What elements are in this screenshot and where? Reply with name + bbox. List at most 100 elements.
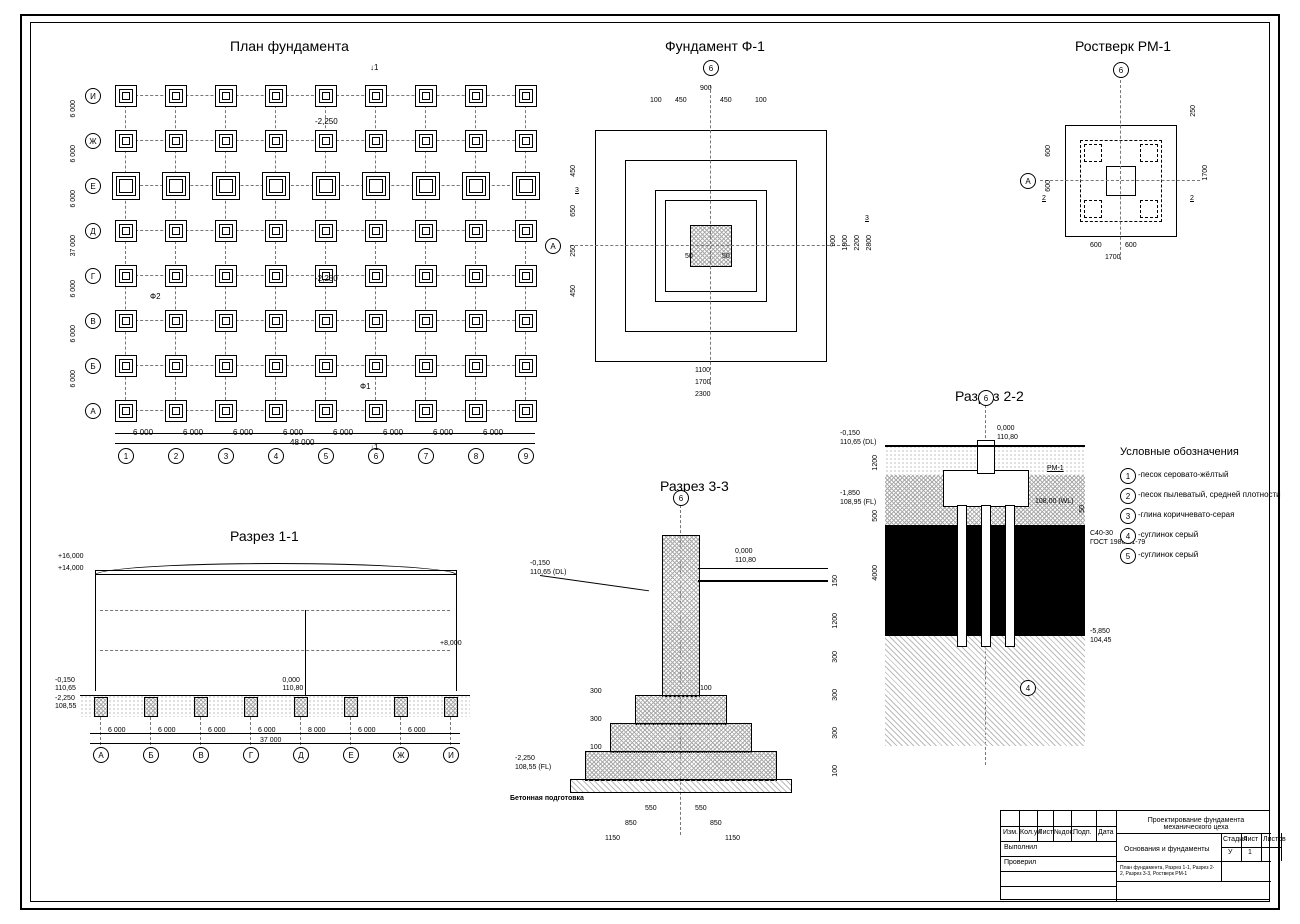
grid-bubble: 3 <box>218 448 234 464</box>
title-s11: Разрез 1-1 <box>230 528 299 544</box>
level: -2,250 <box>515 755 535 762</box>
dim: 2200 <box>854 235 861 251</box>
legend-text: -песок пылеватый, средней плотности <box>1138 490 1281 499</box>
footing-symbol <box>515 265 537 287</box>
dim: 600 <box>1125 242 1137 249</box>
f1-column <box>690 225 732 267</box>
footing-symbol <box>265 400 287 422</box>
dim: 900 <box>700 85 712 92</box>
tb-project: Проектирование фундамента механического … <box>1126 817 1266 831</box>
level: 108,00 (WL) <box>1035 498 1074 505</box>
axis-bubble: Е <box>343 747 359 763</box>
footing-symbol <box>265 310 287 332</box>
footing-symbol <box>365 220 387 242</box>
footing-symbol <box>315 355 337 377</box>
pile <box>1140 200 1158 218</box>
label-f2: Ф2 <box>150 292 161 301</box>
dim: 1700 <box>1202 165 1209 181</box>
dim: 6 000 <box>70 325 77 343</box>
dim: 300 <box>590 716 602 723</box>
grid-bubble: 1 <box>118 448 134 464</box>
footing-symbol <box>415 130 437 152</box>
dim: 250 <box>570 245 577 257</box>
dim: 50 <box>722 253 730 260</box>
level: -5,850 <box>1090 628 1110 635</box>
footing <box>344 697 358 717</box>
axis-bubble: А <box>93 747 109 763</box>
grid-bubble: 8 <box>468 448 484 464</box>
dim: 4000 <box>872 565 879 581</box>
level: 110,80 <box>282 685 303 692</box>
footing-symbol <box>115 310 137 332</box>
footing-symbol <box>465 400 487 422</box>
level: 0,000 <box>282 677 300 684</box>
dim: 850 <box>710 820 722 827</box>
footing-symbol <box>465 265 487 287</box>
cap <box>943 470 1029 507</box>
level: 110,80 <box>997 434 1018 441</box>
label-f1: Ф1 <box>360 382 371 391</box>
gost-label: ГОСТ 19804.1-79 <box>1090 539 1145 546</box>
footing-symbol <box>465 85 487 107</box>
dim: 100 <box>832 765 839 777</box>
footing-symbol <box>465 130 487 152</box>
level: 110,65 (DL) <box>840 439 876 446</box>
axis-bubble: И <box>443 747 459 763</box>
level: 104,45 <box>1090 637 1111 644</box>
tb-val: 1 <box>1248 849 1252 856</box>
column <box>662 535 700 697</box>
footing-symbol <box>315 220 337 242</box>
dim: 1800 <box>842 235 849 251</box>
footing-symbol <box>515 130 537 152</box>
dim: 6 000 <box>70 145 77 163</box>
level: -1,850 <box>840 490 860 497</box>
tb-sheet: План фундамента, Разрез 1-1, Разрез 2-2,… <box>1120 865 1215 877</box>
axis-bubble: А <box>545 238 561 254</box>
footing-symbol <box>215 85 237 107</box>
level: 0,000 <box>735 548 753 555</box>
dim: 300 <box>832 651 839 663</box>
axis-bubble: Б <box>143 747 159 763</box>
pile <box>957 505 967 647</box>
footing-symbol <box>115 220 137 242</box>
footing-symbol <box>365 400 387 422</box>
footing-symbol <box>365 310 387 332</box>
footing-symbol <box>262 172 290 200</box>
title-rm1: Ростверк РМ-1 <box>1075 38 1171 54</box>
dim: 100 <box>700 685 712 692</box>
footing-symbol <box>315 310 337 332</box>
level: -0,150 <box>530 560 550 567</box>
footing-symbol <box>415 355 437 377</box>
step <box>585 751 777 781</box>
grid-bubble: Е <box>85 178 101 194</box>
tb-col: Листов <box>1263 836 1286 843</box>
footing-symbol <box>165 130 187 152</box>
footing-symbol <box>165 400 187 422</box>
axis-bubble: 6 <box>1113 62 1129 78</box>
footing-symbol <box>415 310 437 332</box>
tb-row: Выполнил <box>1004 844 1037 851</box>
footing-symbol <box>412 172 440 200</box>
footing-symbol <box>315 130 337 152</box>
footing-symbol <box>415 220 437 242</box>
footing-symbol <box>165 220 187 242</box>
dim: 100 <box>590 744 602 751</box>
dim: 1200 <box>832 613 839 629</box>
titleblock: Изм.Кол.учЛист№док.Подп.ДатаВыполнилПров… <box>1000 810 1270 900</box>
footing-symbol <box>165 265 187 287</box>
dim: 6 000 <box>70 190 77 208</box>
title-f1: Фундамент Ф-1 <box>665 38 765 54</box>
footing-symbol <box>165 355 187 377</box>
dim: 1700 <box>695 379 711 386</box>
dim: 300 <box>590 688 602 695</box>
grid-bubble: 7 <box>418 448 434 464</box>
footing <box>394 697 408 717</box>
footing-symbol <box>415 265 437 287</box>
footing-symbol <box>215 220 237 242</box>
grid-bubble: Д <box>85 223 101 239</box>
footing-symbol <box>115 400 137 422</box>
dim: 150 <box>832 575 839 587</box>
note: Бетонная подготовка <box>510 795 584 802</box>
dim: 250 <box>1190 105 1197 117</box>
footing-symbol <box>115 265 137 287</box>
